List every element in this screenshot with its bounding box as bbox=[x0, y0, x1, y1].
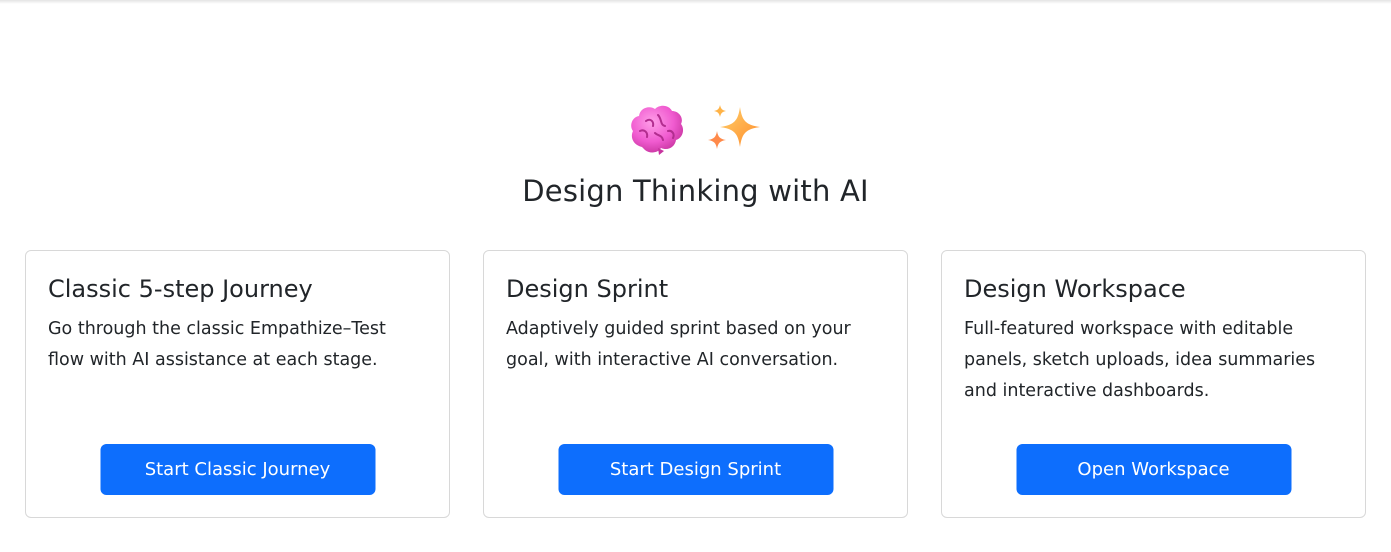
hero-section: Design Thinking with AI bbox=[0, 98, 1391, 208]
hero-icons bbox=[0, 98, 1391, 160]
card-design-sprint: Design Sprint Adaptively guided sprint b… bbox=[483, 250, 908, 518]
sparkles-icon bbox=[704, 101, 764, 157]
card-description: Adaptively guided sprint based on your g… bbox=[506, 319, 851, 370]
card-design-workspace: Design Workspace Full-featured workspace… bbox=[941, 250, 1366, 518]
top-divider bbox=[0, 0, 1391, 4]
card-description: Full-featured workspace with editable pa… bbox=[964, 319, 1316, 401]
open-workspace-button[interactable]: Open Workspace bbox=[1016, 444, 1291, 495]
card-classic-journey: Classic 5-step Journey Go through the cl… bbox=[25, 250, 450, 518]
card-description: Go through the classic Empathize–Test fl… bbox=[48, 319, 386, 370]
card-title: Design Workspace bbox=[964, 275, 1186, 303]
brain-icon bbox=[628, 101, 686, 157]
card-title: Design Sprint bbox=[506, 275, 669, 303]
mode-cards: Classic 5-step Journey Go through the cl… bbox=[25, 250, 1366, 518]
start-classic-journey-button[interactable]: Start Classic Journey bbox=[100, 444, 375, 495]
card-title: Classic 5-step Journey bbox=[48, 275, 313, 303]
page-title: Design Thinking with AI bbox=[522, 174, 869, 208]
start-design-sprint-button[interactable]: Start Design Sprint bbox=[558, 444, 833, 495]
